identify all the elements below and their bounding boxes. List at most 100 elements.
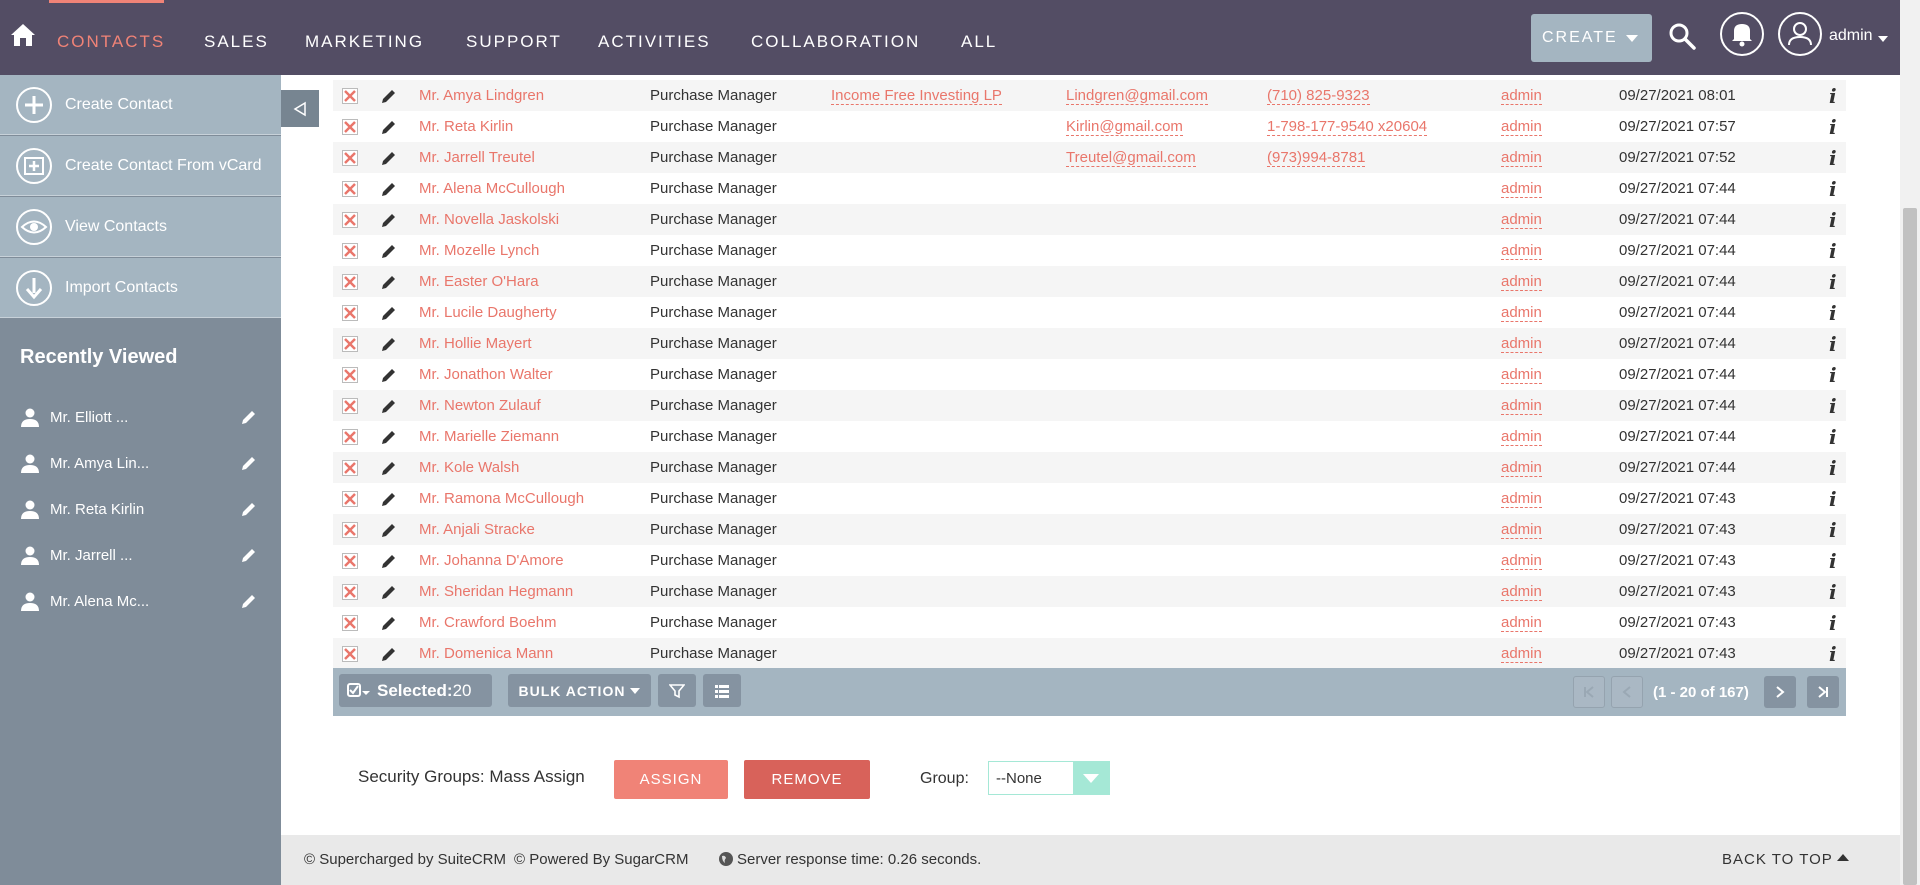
info-icon[interactable]: i: [1829, 425, 1837, 449]
sidebar-collapse-button[interactable]: [281, 90, 319, 127]
delete-icon[interactable]: [342, 615, 358, 631]
pencil-icon[interactable]: [380, 242, 398, 260]
delete-icon[interactable]: [342, 336, 358, 352]
delete-icon[interactable]: [342, 367, 358, 383]
assigned-user-link[interactable]: admin: [1501, 397, 1542, 415]
select-all-button[interactable]: Selected: 20: [339, 674, 492, 707]
delete-icon[interactable]: [342, 553, 358, 569]
pencil-icon[interactable]: [380, 211, 398, 229]
assigned-user-link[interactable]: admin: [1501, 87, 1542, 105]
suitecrm-credit-link[interactable]: © Supercharged by SuiteCRM: [304, 851, 506, 868]
assigned-user-link[interactable]: admin: [1501, 614, 1542, 632]
contact-name-link[interactable]: Mr. Jarrell Treutel: [419, 149, 535, 166]
assigned-user-link[interactable]: admin: [1501, 304, 1542, 322]
pencil-icon[interactable]: [380, 583, 398, 601]
assigned-user-link[interactable]: admin: [1501, 366, 1542, 384]
contact-name-link[interactable]: Mr. Alena McCullough: [419, 180, 565, 197]
info-icon[interactable]: i: [1829, 487, 1837, 511]
pencil-icon[interactable]: [380, 335, 398, 353]
phone-link[interactable]: 1-798-177-9540 x20604: [1267, 118, 1428, 136]
assigned-user-link[interactable]: admin: [1501, 211, 1542, 229]
info-icon[interactable]: i: [1829, 332, 1837, 356]
email-link[interactable]: Kirlin@gmail.com: [1066, 118, 1183, 136]
nav-tab-marketing[interactable]: Marketing: [305, 32, 424, 52]
assigned-user-link[interactable]: admin: [1501, 242, 1542, 260]
email-link[interactable]: Lindgren@gmail.com: [1066, 87, 1208, 105]
info-icon[interactable]: i: [1829, 177, 1837, 201]
delete-icon[interactable]: [342, 274, 358, 290]
delete-icon[interactable]: [342, 398, 358, 414]
bulk-action-button[interactable]: BULK ACTION: [508, 674, 651, 707]
pencil-icon[interactable]: [380, 614, 398, 632]
contact-name-link[interactable]: Mr. Kole Walsh: [419, 459, 519, 476]
phone-link[interactable]: (973)994-8781: [1267, 149, 1366, 167]
contact-name-link[interactable]: Mr. Easter O'Hara: [419, 273, 539, 290]
scrollbar-thumb[interactable]: [1903, 208, 1917, 885]
recent-item[interactable]: Mr. Reta Kirlin: [0, 486, 281, 532]
chevron-down-icon[interactable]: [1878, 36, 1888, 42]
contact-name-link[interactable]: Mr. Domenica Mann: [419, 645, 553, 662]
pencil-icon[interactable]: [240, 546, 258, 564]
contact-name-link[interactable]: Mr. Anjali Stracke: [419, 521, 535, 538]
delete-icon[interactable]: [342, 305, 358, 321]
assigned-user-link[interactable]: admin: [1501, 459, 1542, 477]
back-to-top-link[interactable]: BACK TO TOP: [1722, 851, 1833, 868]
pencil-icon[interactable]: [240, 454, 258, 472]
delete-icon[interactable]: [342, 212, 358, 228]
column-chooser-button[interactable]: [703, 674, 741, 707]
user-menu-label[interactable]: admin: [1829, 27, 1873, 45]
info-icon[interactable]: i: [1829, 363, 1837, 387]
contact-name-link[interactable]: Mr. Johanna D'Amore: [419, 552, 564, 569]
recent-item[interactable]: Mr. Elliott ...: [0, 394, 281, 440]
assigned-user-link[interactable]: admin: [1501, 645, 1542, 663]
info-icon[interactable]: i: [1829, 84, 1837, 108]
create-button[interactable]: CREATE: [1531, 14, 1652, 62]
nav-tab-activities[interactable]: Activities: [598, 32, 711, 52]
info-icon[interactable]: i: [1829, 642, 1837, 666]
delete-icon[interactable]: [342, 491, 358, 507]
email-link[interactable]: Treutel@gmail.com: [1066, 149, 1196, 167]
contact-name-link[interactable]: Mr. Hollie Mayert: [419, 335, 532, 352]
phone-link[interactable]: (710) 825-9323: [1267, 87, 1370, 105]
info-icon[interactable]: i: [1829, 270, 1837, 294]
contact-name-link[interactable]: Mr. Reta Kirlin: [419, 118, 513, 135]
assigned-user-link[interactable]: admin: [1501, 335, 1542, 353]
notification-bell-icon[interactable]: [1719, 11, 1765, 57]
nav-tab-collaboration[interactable]: Collaboration: [751, 32, 920, 52]
caret-up-icon[interactable]: [1837, 854, 1849, 861]
delete-icon[interactable]: [342, 646, 358, 662]
pencil-icon[interactable]: [380, 459, 398, 477]
assigned-user-link[interactable]: admin: [1501, 552, 1542, 570]
pencil-icon[interactable]: [380, 273, 398, 291]
recent-item-label[interactable]: Mr. Elliott ...: [50, 409, 128, 426]
pencil-icon[interactable]: [380, 304, 398, 322]
contact-name-link[interactable]: Mr. Crawford Boehm: [419, 614, 557, 631]
assign-button[interactable]: ASSIGN: [614, 760, 728, 799]
delete-icon[interactable]: [342, 181, 358, 197]
search-icon[interactable]: [1668, 22, 1696, 50]
last-page-button[interactable]: [1807, 676, 1839, 708]
assigned-user-link[interactable]: admin: [1501, 149, 1542, 167]
recent-item-label[interactable]: Mr. Jarrell ...: [50, 547, 133, 564]
assigned-user-link[interactable]: admin: [1501, 521, 1542, 539]
recent-item-label[interactable]: Mr. Alena Mc...: [50, 593, 149, 610]
delete-icon[interactable]: [342, 243, 358, 259]
nav-tab-sales[interactable]: Sales: [204, 32, 269, 52]
recent-item[interactable]: Mr. Alena Mc...: [0, 578, 281, 624]
user-avatar-icon[interactable]: [1777, 11, 1823, 57]
contact-name-link[interactable]: Mr. Amya Lindgren: [419, 87, 544, 104]
first-page-button[interactable]: [1573, 676, 1605, 708]
sugarcrm-credit-link[interactable]: © Powered By SugarCRM: [514, 851, 688, 868]
sidebar-action-create-contact[interactable]: Create Contact: [0, 75, 281, 135]
contact-name-link[interactable]: Mr. Mozelle Lynch: [419, 242, 539, 259]
pencil-icon[interactable]: [380, 118, 398, 136]
contact-name-link[interactable]: Mr. Newton Zulauf: [419, 397, 541, 414]
recent-item[interactable]: Mr. Jarrell ...: [0, 532, 281, 578]
remove-button[interactable]: REMOVE: [744, 760, 870, 799]
delete-icon[interactable]: [342, 429, 358, 445]
sidebar-action-view-contacts[interactable]: View Contacts: [0, 197, 281, 257]
delete-icon[interactable]: [342, 150, 358, 166]
recent-item[interactable]: Mr. Amya Lin...: [0, 440, 281, 486]
pencil-icon[interactable]: [240, 592, 258, 610]
home-icon[interactable]: [10, 22, 36, 48]
